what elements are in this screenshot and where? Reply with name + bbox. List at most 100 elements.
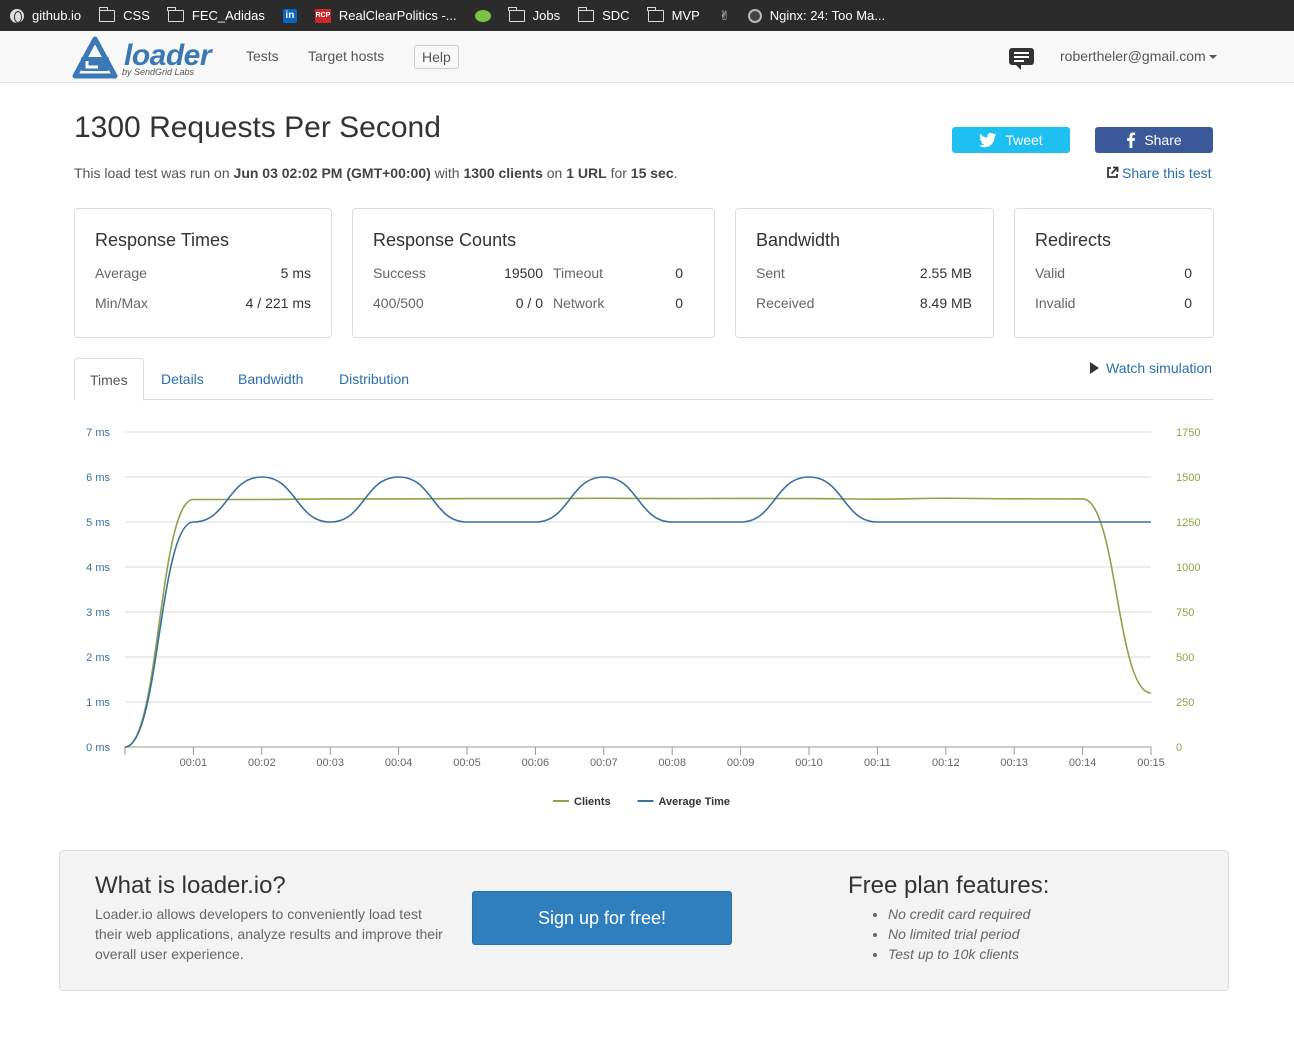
summary-prefix: This load test was run on (74, 165, 230, 181)
sent-label: Sent (756, 265, 785, 281)
bookmark-sdc[interactable]: SDC (577, 6, 630, 23)
globe-icon (10, 8, 24, 23)
bookmark-mvp[interactable]: MVP (647, 6, 700, 23)
watch-simulation-label: Watch simulation (1106, 360, 1213, 376)
play-icon (1090, 362, 1099, 374)
bookmark-nginx[interactable]: Nginx: 24: Too Ma... (747, 8, 885, 23)
bookmark-realclearpolitics[interactable]: RCP RealClearPolitics -... (314, 8, 457, 23)
facebook-share-button[interactable]: Share (1095, 127, 1213, 153)
x-tick-label: 00:11 (864, 757, 891, 769)
x-tick-label: 00:02 (248, 757, 276, 769)
linkedin-icon: in (282, 8, 297, 23)
signup-button[interactable]: Sign up for free! (472, 891, 732, 945)
x-tick-label: 00:08 (658, 757, 686, 769)
success-value: 19500 (504, 265, 543, 281)
y-right-tick-label: 1500 (1176, 472, 1200, 484)
twitter-bird-icon (979, 132, 997, 148)
summary-for: for (610, 165, 627, 181)
user-menu[interactable]: robertheler@gmail.com (1060, 48, 1217, 64)
summary-on: on (546, 165, 563, 181)
network-label: Network (553, 295, 605, 311)
chat-icon[interactable] (1009, 48, 1034, 70)
bookmark-fec-adidas[interactable]: FEC_Adidas (167, 6, 265, 23)
summary-date: Jun 03 02:02 PM (GMT+00:00) (233, 165, 431, 181)
success-label: Success (373, 265, 426, 281)
bookmark-github[interactable]: github.io (10, 8, 81, 23)
x-tick-label: 00:15 (1137, 757, 1165, 769)
nav-tests[interactable]: Tests (246, 48, 279, 64)
folder-icon (508, 6, 525, 22)
minmax-value: 4 / 221 ms (245, 295, 311, 311)
y-left-tick-label: 7 ms (86, 427, 110, 439)
summary-clients: 1300 clients (463, 165, 543, 181)
x-tick-label: 00:07 (590, 757, 618, 769)
folder-icon (167, 6, 184, 22)
bookmark-peace[interactable]: ✌ (718, 7, 740, 23)
x-tick-label: 00:14 (1069, 757, 1097, 769)
tab-distribution[interactable]: Distribution (324, 358, 424, 400)
promo-title: What is loader.io? (95, 872, 286, 899)
user-email: robertheler@gmail.com (1060, 48, 1206, 64)
bookmark-linkedin[interactable]: in (282, 8, 305, 23)
peace-icon: ✌ (719, 7, 731, 23)
y-right-tick-label: 1000 (1176, 562, 1200, 574)
x-tick-label: 00:13 (1000, 757, 1028, 769)
x-tick-label: 00:03 (316, 757, 344, 769)
tab-times[interactable]: Times (74, 358, 144, 401)
bookmark-lime[interactable] (474, 9, 499, 22)
nav-help-button[interactable]: Help (414, 45, 459, 69)
tweet-label: Tweet (1005, 132, 1043, 148)
folder-icon (647, 6, 664, 22)
legend-label: Clients (574, 796, 611, 808)
y-left-tick-label: 2 ms (86, 652, 110, 664)
bookmark-label: SDC (602, 8, 630, 23)
y-left-tick-label: 0 ms (86, 742, 110, 754)
tab-bandwidth[interactable]: Bandwidth (223, 358, 318, 400)
watch-simulation-link[interactable]: Watch simulation (1090, 360, 1212, 376)
share-label: Share (1144, 132, 1182, 148)
page-title: 1300 Requests Per Second (74, 111, 441, 144)
caret-down-icon (1208, 55, 1217, 60)
x-tick-label: 00:05 (453, 757, 481, 769)
y-right-tick-label: 0 (1176, 742, 1182, 754)
bookmark-css[interactable]: CSS (98, 6, 150, 23)
test-summary: This load test was run on Jun 03 02:02 P… (74, 165, 678, 181)
features-title: Free plan features: (848, 872, 1050, 899)
nav-target-hosts[interactable]: Target hosts (308, 48, 384, 64)
x-tick-label: 00:04 (385, 757, 413, 769)
loader-logo[interactable]: loader by SendGrid Labs (72, 36, 212, 80)
x-tick-label: 00:06 (522, 757, 550, 769)
response-times-card: Response Times Average 5 ms Min/Max 4 / … (74, 208, 332, 338)
valid-label: Valid (1035, 265, 1066, 281)
x-tick-label: 00:01 (180, 757, 208, 769)
bookmark-label: FEC_Adidas (191, 8, 265, 23)
average-label: Average (95, 265, 147, 281)
summary-duration: 15 sec (630, 165, 674, 181)
bookmark-jobs[interactable]: Jobs (508, 6, 560, 23)
y-left-tick-label: 5 ms (86, 517, 110, 529)
bookmark-label: MVP (671, 8, 700, 23)
response-counts-card: Response Counts Success 19500 Timeout 0 … (352, 208, 715, 338)
feature-item: No limited trial period (888, 924, 1030, 944)
rcp-icon: RCP (314, 8, 331, 23)
invalid-value: 0 (1184, 295, 1192, 311)
tab-details[interactable]: Details (146, 358, 219, 400)
summary-with: with (434, 165, 460, 181)
share-this-test-link[interactable]: Share this test (1106, 165, 1212, 181)
legend-label: Average Time (659, 796, 731, 808)
y-left-tick-label: 1 ms (86, 697, 110, 709)
promo-panel: What is loader.io? Loader.io allows deve… (59, 850, 1229, 991)
bandwidth-card: Bandwidth Sent 2.55 MB Received 8.49 MB (735, 208, 994, 338)
card-title: Redirects (1035, 230, 1112, 250)
y-right-tick-label: 250 (1176, 697, 1194, 709)
tweet-button[interactable]: Tweet (952, 127, 1070, 153)
y-left-tick-label: 4 ms (86, 562, 110, 574)
redirects-card: Redirects Valid 0 Invalid 0 (1014, 208, 1214, 338)
summary-end: . (673, 165, 678, 181)
sent-value: 2.55 MB (919, 265, 972, 281)
received-value: 8.49 MB (919, 295, 972, 311)
brand-subtitle: by SendGrid Labs (122, 67, 195, 77)
external-share-icon (1107, 166, 1119, 178)
feature-item: No credit card required (888, 904, 1030, 924)
x-tick-label: 00:12 (932, 757, 960, 769)
